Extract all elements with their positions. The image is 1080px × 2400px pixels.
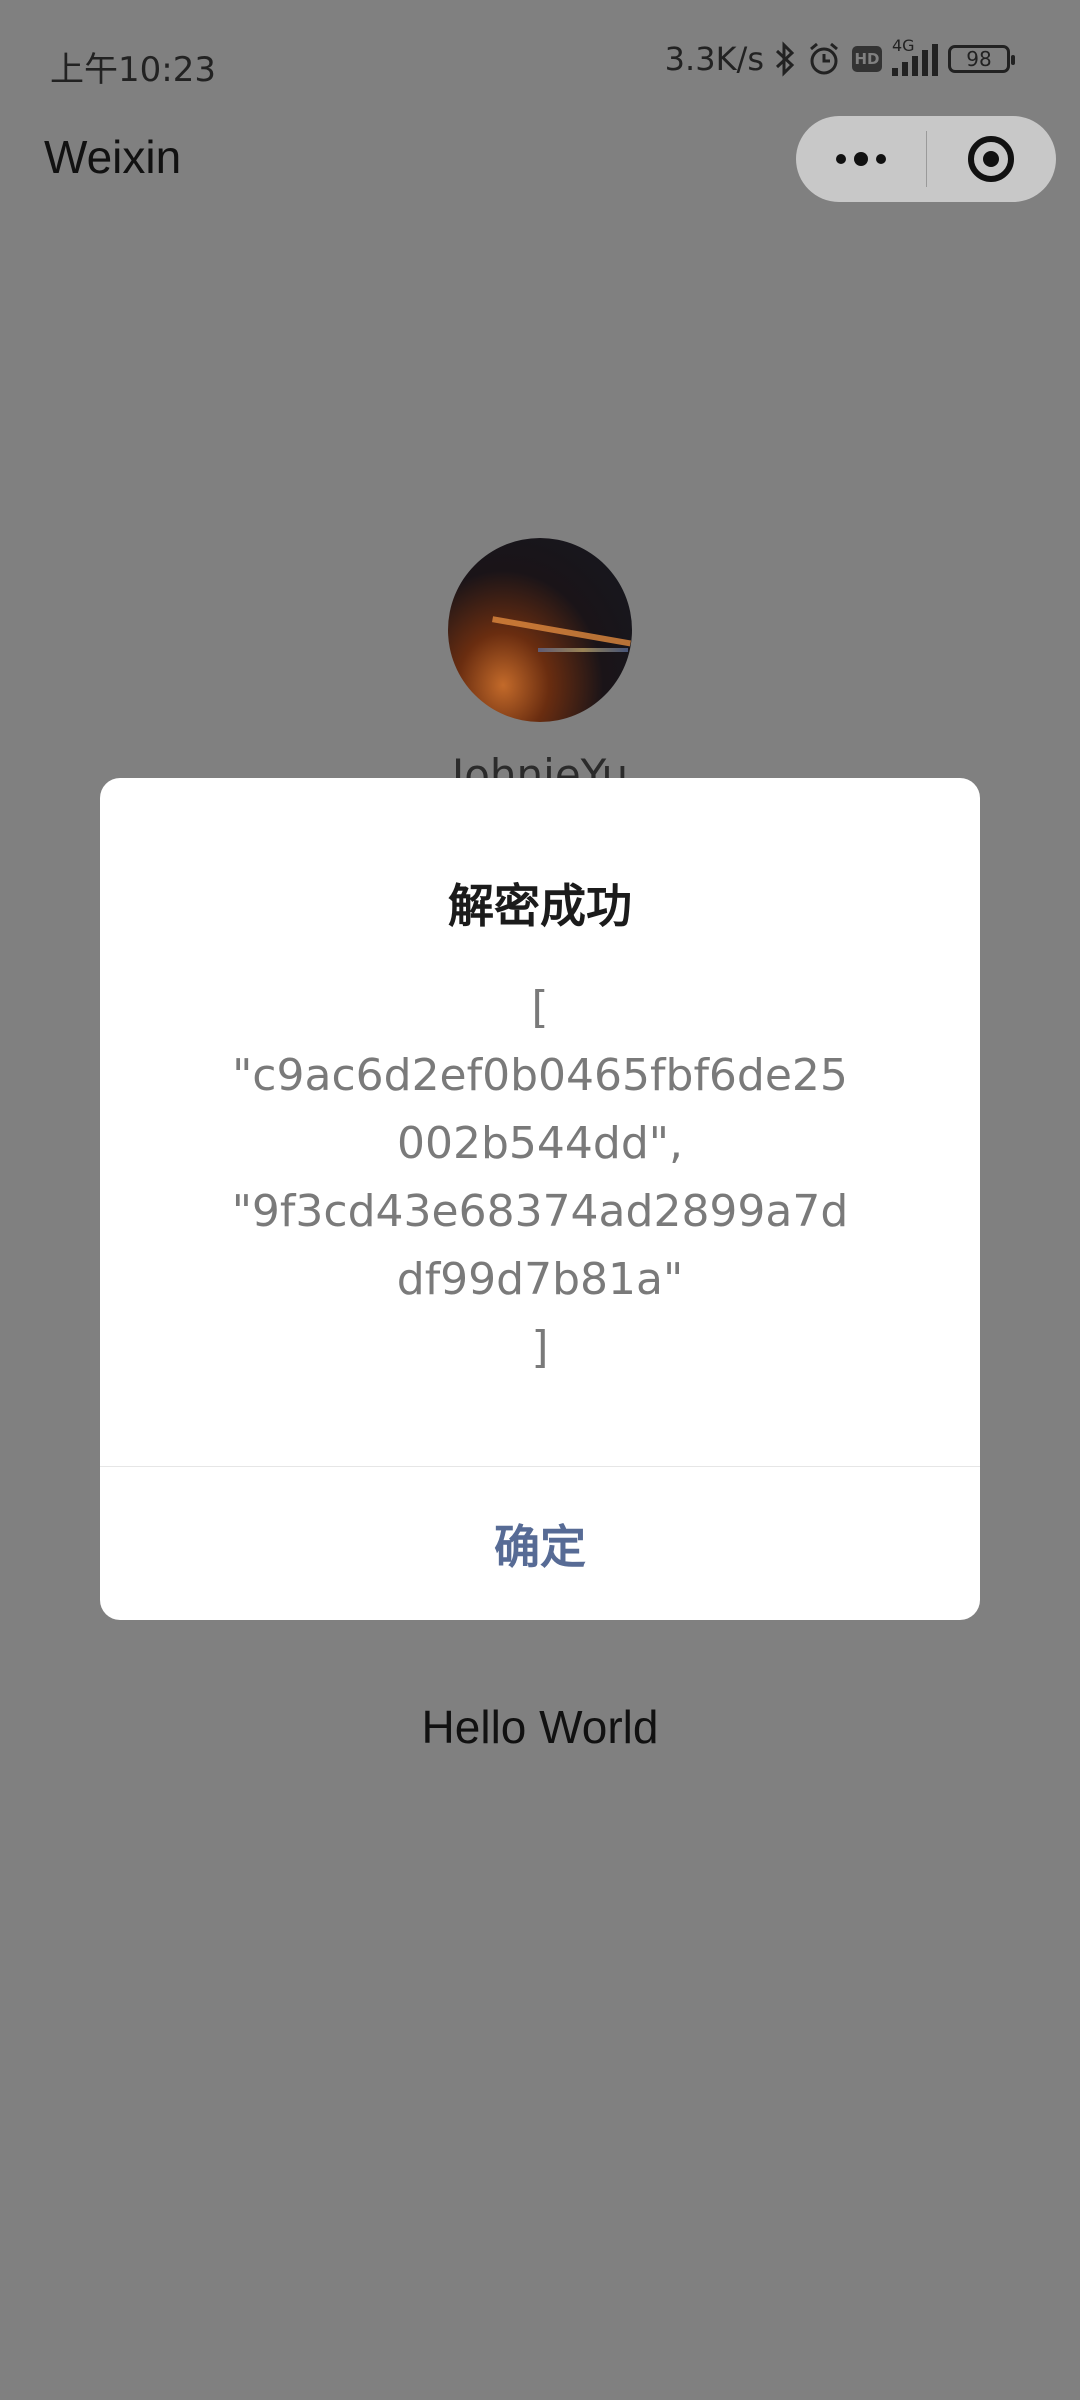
modal-content: [ "c9ac6d2ef0b0465fbf6de25002b544dd", "9… — [231, 982, 849, 1373]
avatar — [448, 538, 632, 722]
alarm-icon — [806, 41, 842, 77]
status-icons: 3.3K/s HD 4G 98 — [664, 36, 1015, 78]
battery-icon: 98 — [948, 45, 1015, 73]
mini-program-capsule — [796, 116, 1056, 202]
network-type: 4G — [892, 36, 915, 55]
modal-title: 解密成功 — [448, 879, 632, 933]
target-icon — [968, 136, 1015, 182]
hello-text: Hello World — [421, 1701, 659, 1753]
hd-icon: HD — [852, 46, 882, 72]
nav-title: Weixin — [44, 131, 182, 183]
more-button[interactable] — [796, 116, 926, 202]
confirm-button[interactable]: 确定 — [100, 1467, 980, 1620]
status-bar: 上午10:23 3.3K/s HD 4G 98 — [0, 0, 1080, 130]
bluetooth-icon — [774, 41, 796, 77]
signal-icon: 4G — [892, 36, 938, 76]
status-time: 上午10:23 — [50, 50, 216, 90]
modal-dialog: 解密成功 [ "c9ac6d2ef0b0465fbf6de25002b544dd… — [100, 778, 980, 1620]
network-speed: 3.3K/s — [664, 40, 764, 78]
close-mini-program-button[interactable] — [927, 116, 1057, 202]
more-icon — [835, 152, 886, 166]
